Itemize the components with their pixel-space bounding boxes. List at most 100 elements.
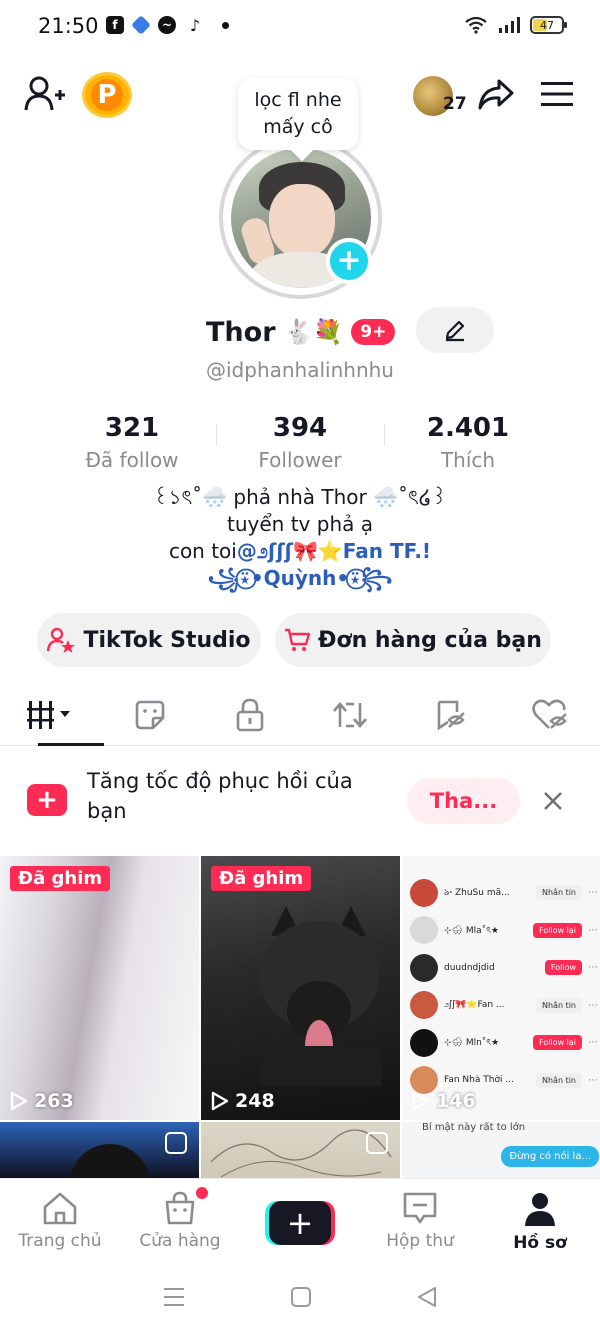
nav-label: Trang chủ: [18, 1231, 102, 1251]
stat-following[interactable]: 321 Đã follow: [48, 410, 216, 474]
orders-button[interactable]: Đơn hàng của bạn: [275, 613, 551, 667]
nav-create[interactable]: +: [240, 1179, 360, 1264]
tab-favorites[interactable]: [400, 684, 500, 745]
chat-avatar: [410, 916, 438, 945]
stat-followers[interactable]: 394 Follower: [216, 410, 384, 474]
shop-icon-wrap: [162, 1187, 208, 1225]
video-grid: Đã ghim 263 Đã ghim 248 ঌ৽ ZhuSu mã... N: [0, 856, 600, 1178]
person-silhouette: [70, 1144, 150, 1178]
profile-icon: [525, 1193, 555, 1226]
add-user-icon: [24, 76, 65, 111]
chat-avatar: [410, 878, 438, 907]
profile-actions: TikTok Studio Đơn hàng của bạn: [37, 613, 551, 667]
chat-bubble: Đừng có nói la...: [501, 1146, 599, 1167]
tab-liked[interactable]: [500, 684, 600, 745]
battery-level: 47: [540, 18, 554, 32]
stat-label: Đã follow: [85, 448, 179, 472]
nav-home[interactable]: Trang chủ: [0, 1179, 120, 1264]
more-icon: ⋯: [588, 999, 598, 1011]
video-thumbnail[interactable]: Đã ghim 263: [0, 856, 199, 1120]
stat-likes[interactable]: 2.401 Thích: [384, 410, 552, 474]
name-row: Thor 🐇💐 9+: [206, 310, 396, 354]
chat-name: ⊹🌨 Mla˚ৎ★: [444, 925, 499, 936]
tab-reposts[interactable]: [300, 684, 400, 745]
chat-action: Nhắn tin: [536, 1072, 582, 1088]
profile-note-text: lọc fl nhe mấy cô: [254, 89, 342, 138]
repost-icon: [333, 701, 367, 728]
hamburger-menu-icon: [541, 82, 573, 106]
promo-close-button[interactable]: [540, 788, 566, 814]
notification-badge[interactable]: 9+: [351, 319, 396, 345]
name-emoji: 🐇💐: [283, 318, 344, 346]
home-button[interactable]: [290, 1286, 312, 1312]
tab-videos[interactable]: [0, 684, 104, 746]
profile-note-bubble[interactable]: lọc fl nhe mấy cô: [238, 78, 358, 150]
avatar-face: [268, 183, 335, 258]
promo-action-button[interactable]: Tha...: [407, 778, 520, 824]
chat-action: Nhắn tin: [536, 885, 582, 901]
bio-mention-link[interactable]: ꧁⍣⃝•Quỳnh•⍣⃝꧂: [0, 565, 600, 592]
view-count: 263: [10, 1090, 74, 1112]
promo-banner: + Tăng tốc độ phục hồi của bạn Tha...: [0, 752, 600, 852]
tab-private[interactable]: [200, 684, 300, 745]
share-icon: [478, 79, 514, 110]
more-icon: ⋯: [588, 962, 598, 974]
profile-bio: ꒰১ৎ˚🌨️ phả nhà Thor 🌨️˚ৎ໒꒱ tuyển tv phả …: [0, 484, 600, 592]
recent-apps-button[interactable]: [162, 1286, 186, 1312]
tiktok-studio-button[interactable]: TikTok Studio: [37, 613, 261, 667]
tab-stickers[interactable]: [100, 684, 200, 745]
chat-screenshot: ঌ৽ ZhuSu mã... Nhắn tin ⋯ ⊹🌨 Mla˚ৎ★ Foll…: [410, 856, 598, 1099]
chat-name: duudndjdid: [444, 962, 495, 973]
nav-shop[interactable]: Cửa hàng: [120, 1179, 240, 1264]
status-time: 21:50: [38, 14, 99, 38]
inbox-icon: [403, 1192, 437, 1224]
status-right: 47: [464, 16, 567, 34]
photo-carousel-icon: [165, 1132, 187, 1154]
stat-label: Follower: [258, 448, 342, 472]
back-button[interactable]: [416, 1286, 438, 1312]
nav-profile[interactable]: Hồ sơ: [480, 1179, 600, 1264]
chat-row-partial: [410, 856, 598, 874]
chat-action: Follow lại: [533, 922, 582, 938]
nav-inbox[interactable]: Hộp thư: [360, 1179, 480, 1264]
view-count-value: 248: [235, 1090, 275, 1112]
video-thumbnail[interactable]: Đã ghim 248: [201, 856, 400, 1120]
play-icon: [412, 1091, 430, 1111]
video-thumbnail[interactable]: [0, 1122, 199, 1178]
chat-row: ⊹🌨 Mln˚ৎ★ Follow lại ⋯: [410, 1024, 598, 1062]
video-thumbnail[interactable]: [201, 1122, 400, 1178]
menu-button[interactable]: [538, 78, 576, 110]
share-button[interactable]: [476, 76, 516, 114]
nav-label: Hộp thư: [386, 1231, 454, 1251]
bio-mention-link[interactable]: @೨ʃʃʃ🎀⭐Fan TF.!: [237, 539, 431, 563]
home-square-icon: [291, 1286, 311, 1307]
plus-icon: +: [336, 243, 362, 278]
chat-avatar: [410, 1028, 438, 1057]
stat-label: Thích: [440, 448, 496, 472]
orders-label: Đơn hàng của bạn: [318, 627, 542, 653]
signal-icon: [499, 17, 520, 33]
video-thumbnail[interactable]: ঌ৽ ZhuSu mã... Nhắn tin ⋯ ⊹🌨 Mla˚ৎ★ Foll…: [402, 856, 600, 1120]
tiktok-icon: ♪: [186, 16, 204, 35]
bio-text: con toi: [168, 539, 237, 563]
pinned-badge: Đã ghim: [10, 866, 111, 891]
chat-row: ⊹🌨 Mla˚ৎ★ Follow lại ⋯: [410, 912, 598, 950]
wifi-icon: [465, 16, 487, 34]
chat-name: ೨ʃʃ🎀⭐Fan ...: [444, 1000, 505, 1011]
friends-count: 27: [443, 94, 467, 114]
edit-profile-button[interactable]: [416, 307, 494, 353]
more-icon: ⋯: [588, 1074, 598, 1086]
status-app-icons: f ~ ♪: [106, 15, 229, 35]
coins-button[interactable]: P: [82, 72, 132, 118]
bio-line: tuyển tv phả ạ: [227, 512, 373, 536]
heart-hidden-icon: [532, 699, 567, 729]
chat-avatar: [410, 991, 438, 1020]
stat-value: 394: [272, 413, 328, 443]
add-friend-button[interactable]: [22, 74, 66, 114]
add-story-button[interactable]: +: [326, 238, 372, 284]
chat-name: ঌ৽ ZhuSu mã...: [444, 888, 510, 899]
video-thumbnail[interactable]: Bí mật này rất to lớn Đừng có nói la...: [402, 1122, 600, 1178]
view-count-value: 263: [34, 1090, 74, 1112]
view-count: 146: [412, 1090, 476, 1112]
create-button[interactable]: +: [265, 1201, 335, 1245]
